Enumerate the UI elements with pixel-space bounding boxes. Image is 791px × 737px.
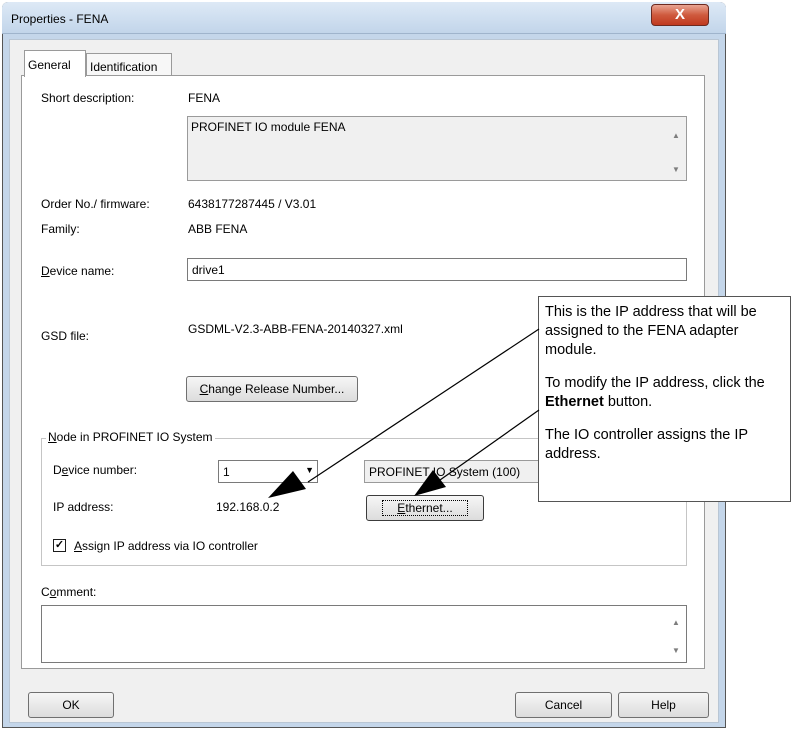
arrow-head-ip-icon: [268, 471, 306, 498]
arrow-line-to-ip: [307, 328, 540, 483]
annotation-arrows: [268, 328, 540, 498]
arrow-line-to-ethernet: [439, 409, 540, 481]
arrow-head-ethernet-icon: [414, 470, 446, 496]
